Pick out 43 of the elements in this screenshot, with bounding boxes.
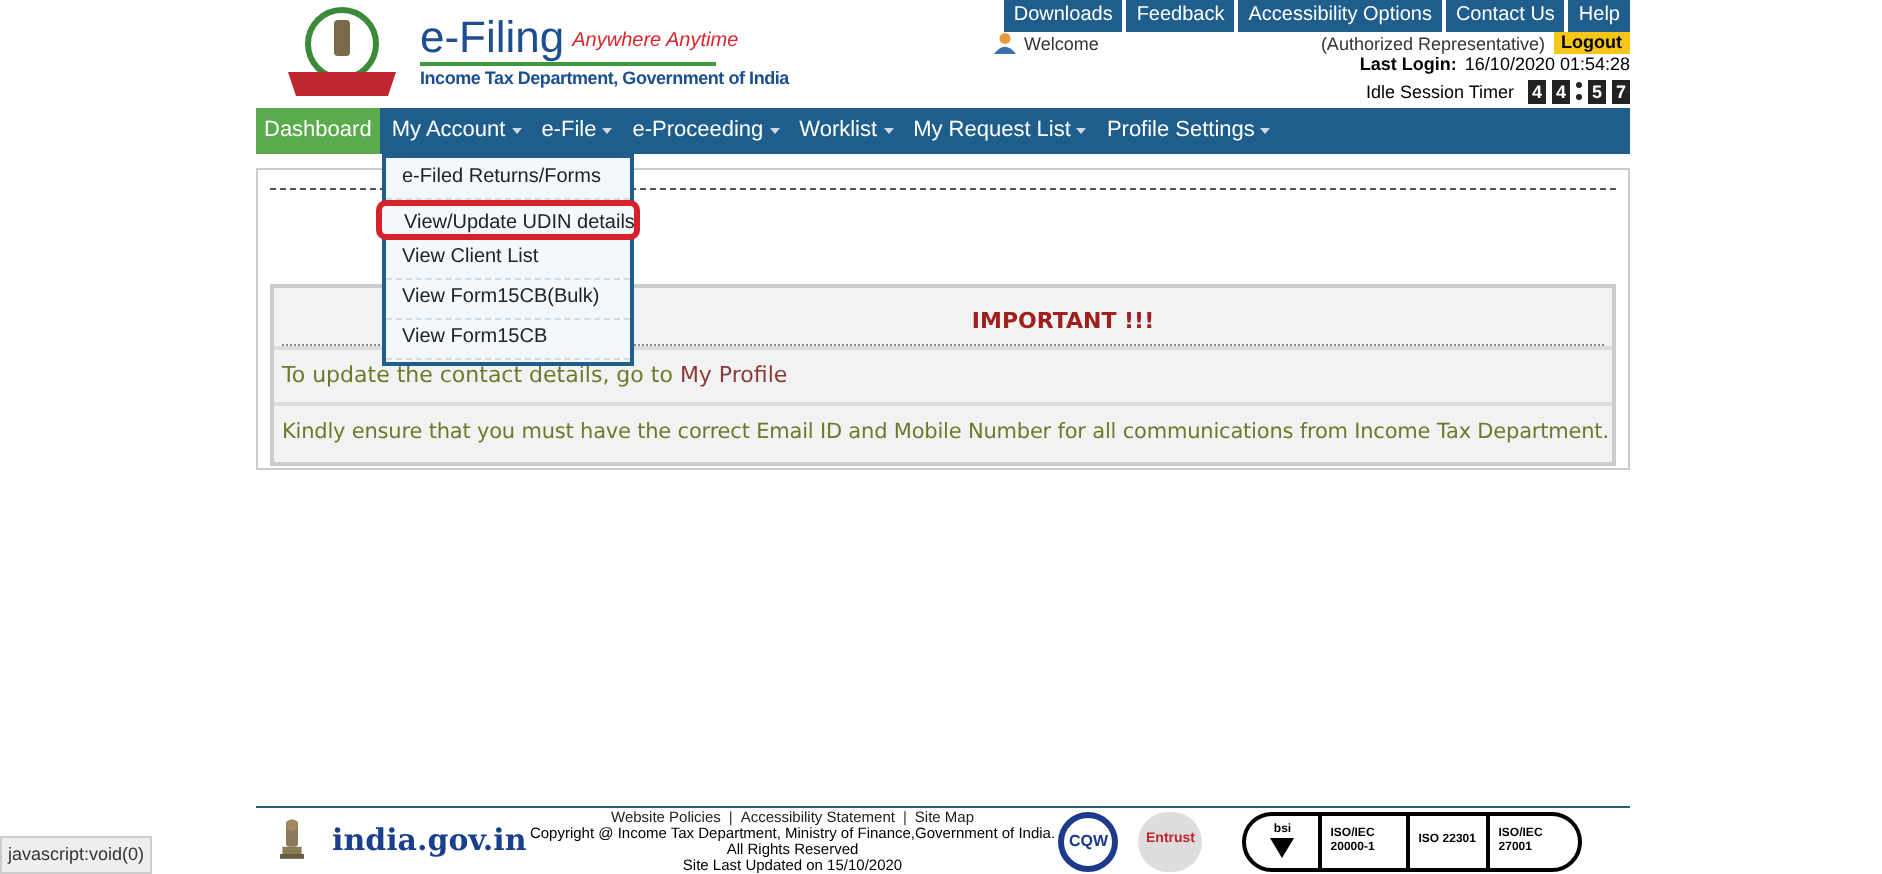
nav-tab[interactable]: e-Proceeding: [624, 108, 788, 154]
important-title: IMPORTANT !!!: [971, 308, 1155, 334]
notice-text: Kindly ensure that you must have the correct Email ID and Mobile Number for all communications from Income Tax Department.: [282, 418, 1609, 449]
nav-tab[interactable]: e-File: [533, 108, 621, 154]
status-bar-url: javascript:void(0): [0, 835, 153, 874]
menu-item[interactable]: View/Update UDIN details: [376, 200, 640, 240]
top-link[interactable]: Accessibility Options: [1238, 0, 1442, 32]
portal-logo-text[interactable]: india.gov.in: [332, 818, 527, 864]
nav-tab[interactable]: My Account: [383, 108, 530, 154]
logout-link[interactable]: Logout: [1553, 32, 1630, 54]
contact-update-text: To update the contact details, go to My Profile: [282, 359, 788, 392]
menu-item[interactable]: View Form15CB(Bulk): [386, 280, 630, 320]
caret-icon: [1076, 128, 1087, 134]
site-title: e-Filing: [420, 14, 565, 63]
timer-colon-icon: [1576, 82, 1582, 100]
last-login-label: Last Login:: [1359, 54, 1457, 74]
timer-digit: 5: [1588, 79, 1606, 103]
caret-icon: [1260, 128, 1271, 134]
last-login-value: 16/10/2020 01:54:28: [1464, 54, 1630, 74]
top-link[interactable]: Downloads: [1003, 0, 1123, 32]
menu-item[interactable]: View Client List: [386, 240, 630, 280]
timer-digit: 7: [1612, 79, 1630, 103]
welcome-text: Welcome: [1024, 33, 1099, 53]
role-text: (Authorized Representative): [1320, 33, 1545, 53]
quality-badge: CQW: [1058, 811, 1119, 871]
nav-tab[interactable]: Worklist: [791, 108, 902, 154]
caret-icon: [602, 128, 613, 134]
my-profile-link[interactable]: My Profile: [679, 361, 788, 388]
caret-icon: [769, 128, 780, 134]
nav-tab[interactable]: Profile Settings: [1098, 108, 1279, 154]
timer-digit: 4: [1528, 79, 1546, 103]
top-link[interactable]: Contact Us: [1445, 0, 1565, 32]
nav-tab[interactable]: My Request List: [905, 108, 1095, 154]
caret-icon: [511, 128, 522, 134]
top-link[interactable]: Help: [1568, 0, 1630, 32]
site-tagline: Anywhere Anytime: [572, 28, 739, 57]
timer-label: Idle Session Timer: [1365, 81, 1514, 101]
top-link[interactable]: Feedback: [1126, 0, 1235, 32]
user-icon: [994, 32, 1016, 54]
site-subtitle: Income Tax Department, Government of India: [420, 66, 789, 93]
menu-item[interactable]: View Form15CB: [386, 320, 630, 360]
timer-digit: 4: [1552, 79, 1570, 103]
caret-icon: [883, 128, 894, 134]
